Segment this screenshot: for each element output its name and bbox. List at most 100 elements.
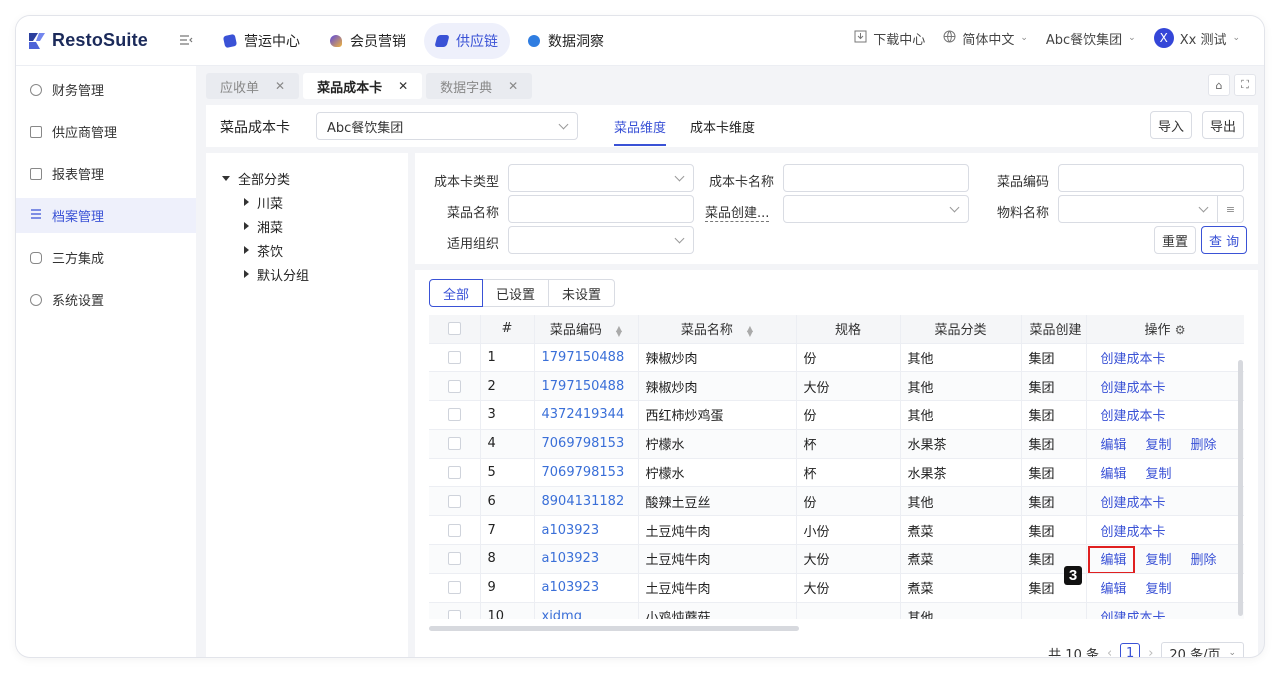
sort-icon[interactable]: ▲ ▼ [616,324,622,337]
export-button[interactable]: 导出 [1202,111,1245,139]
column-header[interactable]: 菜品编码 ▲ ▼ [534,315,639,344]
tree-node[interactable]: 湘菜 [206,214,408,238]
nav-ops[interactable]: 营运中心 [212,23,312,59]
row-checkbox[interactable] [447,379,461,393]
sidebar-item-integration[interactable]: 三方集成 [16,240,196,275]
copy-link[interactable]: 复制 [1146,467,1172,482]
caret-right-icon[interactable] [244,198,249,206]
fullscreen-icon[interactable]: ⛶ [1234,74,1256,96]
import-button[interactable]: 导入 [1150,111,1193,139]
collapse-menu-icon[interactable] [179,33,193,47]
create-cost-card-link[interactable]: 创建成本卡 [1101,525,1166,540]
edit-link[interactable]: 编辑 [1101,438,1127,453]
tree-node[interactable]: 默认分组 [206,262,408,286]
next-page-icon[interactable]: › [1148,646,1153,658]
sidebar-item-finance[interactable]: 财务管理 [16,72,196,107]
caret-down-icon[interactable] [222,175,230,181]
tab-data-dictionary[interactable]: 数据字典 ✕ [426,73,533,99]
filter-settings-icon[interactable]: ≡ [1217,196,1243,222]
copy-link[interactable]: 复制 [1146,438,1172,453]
row-checkbox[interactable] [447,552,461,566]
sidebar-item-settings[interactable]: 系统设置 [16,282,196,317]
download-center[interactable]: 下载中心 [854,29,925,48]
seg-all[interactable]: 全部 [429,279,484,307]
create-cost-card-link[interactable]: 创建成本卡 [1101,496,1166,511]
reset-button[interactable]: 重置 [1154,226,1197,254]
create-cost-card-link[interactable]: 创建成本卡 [1101,381,1166,396]
sidebar-item-report[interactable]: 报表管理 [16,156,196,191]
copy-link[interactable]: 复制 [1146,553,1172,568]
gear-icon[interactable]: ⚙ [1175,323,1186,337]
page-size-select[interactable]: 20 条/页 ⌄ [1161,642,1244,657]
delete-link[interactable]: 删除 [1191,553,1217,568]
delete-link[interactable]: 删除 [1191,438,1217,453]
row-checkbox[interactable] [447,350,461,364]
dish-code-link[interactable]: 7069798153 [542,436,625,451]
dish-code-link[interactable]: 8904131182 [542,494,625,509]
dish-name-cell: 土豆炖牛肉 [638,544,797,574]
org-dropdown[interactable]: Abc餐饮集团 [316,112,578,140]
dish-code-link[interactable]: a103923 [542,580,600,595]
home-icon[interactable]: ⌂ [1208,74,1230,96]
edit-link[interactable]: 编辑 [1101,467,1127,482]
copy-link[interactable]: 复制 [1146,582,1172,597]
dish-code-link[interactable]: a103923 [542,523,600,538]
dish-code-link[interactable]: a103923 [542,551,600,566]
sidebar-item-archive[interactable]: 档案管理 [16,198,196,233]
row-checkbox[interactable] [447,408,461,422]
dish-code-link[interactable]: 4372419344 [542,407,625,422]
tree-root[interactable]: 全部分类 [206,166,408,190]
tab-receivable[interactable]: 应收单 ✕ [206,73,300,99]
user-menu[interactable]: X Xx 测试 ⌄ [1153,28,1240,48]
dish-name-input[interactable] [508,195,694,223]
close-icon[interactable]: ✕ [275,79,285,93]
caret-right-icon[interactable] [244,246,249,254]
row-checkbox[interactable] [447,437,461,451]
caret-right-icon[interactable] [244,270,249,278]
page-number[interactable]: 1 [1120,643,1141,657]
column-header[interactable]: 菜品名称 ▲ ▼ [638,315,797,344]
tree-node[interactable]: 茶饮 [206,238,408,262]
material-name-select[interactable]: ≡ [1058,195,1244,223]
tab-cost-card-dimension[interactable]: 成本卡维度 [690,117,755,136]
edit-link[interactable]: 编辑 [1101,582,1127,597]
query-button[interactable]: 查 询 [1201,226,1248,254]
applicable-org-select[interactable] [508,226,694,254]
org-select[interactable]: Abc餐饮集团 ⌄ [1046,29,1136,48]
app-logo[interactable]: RestoSuite [28,30,148,51]
tab-dish-dimension[interactable]: 菜品维度 [614,117,667,146]
dish-code-link[interactable]: xidmg [542,609,582,619]
nav-data[interactable]: 数据洞察 [516,23,616,59]
create-cost-card-link[interactable]: 创建成本卡 [1101,352,1166,367]
tab-dish-cost-card[interactable]: 菜品成本卡 ✕ [303,73,423,99]
tree-node[interactable]: 川菜 [206,190,408,214]
seg-unset[interactable]: 未设置 [548,279,616,307]
language-select[interactable]: 简体中文 ⌄ [943,29,1028,48]
dish-code-link[interactable]: 1797150488 [542,350,625,365]
create-cost-card-link[interactable]: 创建成本卡 [1101,611,1166,619]
create-cost-card-link[interactable]: 创建成本卡 [1101,409,1166,424]
nav-member[interactable]: 会员营销 [318,23,418,59]
close-icon[interactable]: ✕ [398,79,408,93]
seg-set[interactable]: 已设置 [482,279,550,307]
sort-icon[interactable]: ▲ ▼ [747,324,753,337]
dish-code-input[interactable] [1058,164,1244,192]
dish-code-link[interactable]: 1797150488 [542,379,625,394]
cost-card-name-input[interactable] [783,164,969,192]
row-checkbox[interactable] [447,494,461,508]
sidebar-item-supplier[interactable]: 供应商管理 [16,114,196,149]
cost-card-type-select[interactable] [508,164,694,192]
caret-right-icon[interactable] [244,222,249,230]
row-checkbox[interactable] [447,466,461,480]
horizontal-scrollbar[interactable] [429,626,799,631]
dish-created-select[interactable] [783,195,969,223]
select-all-checkbox[interactable] [447,322,461,336]
row-checkbox[interactable] [447,581,461,595]
dish-code-link[interactable]: 7069798153 [542,465,625,480]
prev-page-icon[interactable]: ‹ [1107,646,1112,658]
row-checkbox[interactable] [447,610,461,619]
close-icon[interactable]: ✕ [508,79,518,93]
nav-supply[interactable]: 供应链 [424,23,510,59]
row-checkbox[interactable] [447,523,461,537]
vertical-scrollbar[interactable] [1238,360,1243,616]
